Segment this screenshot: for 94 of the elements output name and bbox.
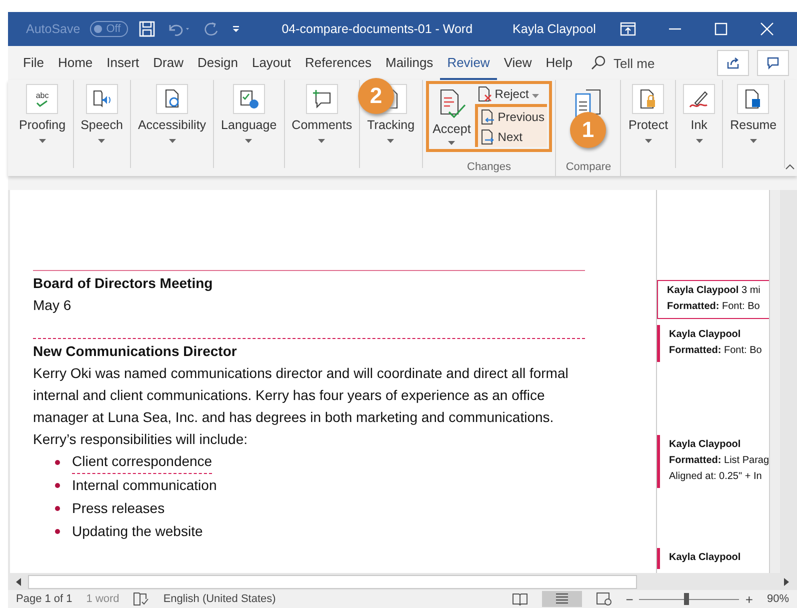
autosave-label: AutoSave [26,22,80,36]
caret-icon [532,94,539,98]
ribbon-button[interactable]: Language [217,84,281,168]
ribbon-tab[interactable]: Insert [100,46,146,80]
reject-button[interactable]: Reject [474,84,548,104]
comment-text: Formatted: Font: Bo [669,344,763,358]
bullet-item: Updating the website [72,522,203,541]
new-comment-icon [310,88,333,110]
document-heading: Board of Directors Meeting [33,270,585,294]
caret-icon [644,139,652,143]
ribbon-display-icon[interactable] [620,22,636,36]
ribbon-tab[interactable]: Home [50,46,100,80]
bullet-icon [55,460,60,464]
horizontal-scrollbar[interactable] [28,574,637,588]
ribbon-button[interactable]: Speech [76,84,127,168]
ribbon-button[interactable]: Comments [288,84,356,168]
zoom-level[interactable]: 90% [766,593,789,605]
ribbon-button[interactable]: abc Proofing [15,84,70,168]
caret-icon [318,139,326,143]
bullet-item: Internal communication [72,476,217,495]
web-layout-icon[interactable] [596,592,612,606]
print-layout-icon [554,592,570,606]
user-name[interactable]: Kayla Claypool [512,22,596,36]
window-title: 04-compare-documents-01 - Word [282,22,473,36]
save-icon[interactable] [138,20,156,38]
ribbon-tab[interactable]: References [298,46,378,80]
caret-icon [750,139,757,143]
comment-text: Formatted: Font: Bo [667,300,761,314]
search-icon[interactable] [590,55,606,71]
zoom-slider[interactable] [639,593,740,605]
vertical-scrollbar[interactable] [769,190,780,573]
ribbon-tab[interactable]: Design [190,46,245,80]
ribbon-tab[interactable]: Review [440,46,497,80]
zoom-in-button[interactable]: + [745,592,753,606]
document-paragraph: Kerry Oki was named communications director and will coordinate and direct all formal internal and client communications. Kerry has four years of experience as an office manager at Luna Sea, Inc. and has degrees in both marketing and communications. Kerry’s responsibilities will include: [33,364,570,449]
print-layout-button[interactable] [542,591,582,607]
read-aloud-icon [90,88,113,110]
share-button[interactable] [717,50,749,76]
caret-icon [387,139,394,143]
read-mode-icon[interactable] [512,592,528,606]
proofing-icon[interactable] [133,592,150,606]
ribbon-tab[interactable]: Draw [146,46,190,80]
step-number-tooltip: 2 [358,78,394,114]
ribbon-button[interactable]: Protect [624,84,672,168]
caret-icon [448,141,456,145]
close-icon[interactable] [760,22,774,36]
redo-icon[interactable] [202,20,220,38]
ribbon-tab[interactable]: Mailings [378,46,440,80]
page-count[interactable]: Page 1 of 1 [16,593,72,605]
ribbon-tab[interactable]: View [496,46,539,80]
ribbon-button[interactable]: Resume [726,84,781,168]
step-number-tooltip: 1 [570,112,606,148]
group-label: Compare [566,161,612,175]
bullet-icon [55,529,60,534]
caret-icon [98,139,106,143]
bullet-icon [55,483,60,488]
language-icon [238,88,260,110]
comment-author: Kayla Claypool [669,551,742,565]
zoom-out-button[interactable]: − [626,592,634,606]
zoom-slider-thumb[interactable] [684,593,690,605]
reject-change-icon [478,86,492,102]
bullet-icon [55,506,60,511]
collapse-ribbon-icon[interactable] [785,164,795,170]
ribbon-tab[interactable]: File [16,46,51,80]
language-status[interactable]: English (United States) [163,593,276,605]
group-label: Changes [467,161,512,175]
comments-button[interactable] [757,50,789,76]
comment-text: Aligned at: 0.25" + In [669,470,763,484]
ribbon-button[interactable]: Accessibility [134,84,210,168]
comment-author: Kayla Claypool [669,328,742,342]
document-heading: New Communications Director [33,338,585,362]
caret-icon [245,139,252,143]
ribbon-tab[interactable]: Layout [244,46,298,80]
previous-change-icon [480,109,495,125]
comment-author: Kayla Claypool 3 mi [667,284,762,298]
caret-icon [696,139,703,143]
caret-icon [38,139,46,143]
bullet-item: Press releases [72,499,165,518]
next-change-icon [480,129,495,145]
speech-bubble-icon [766,56,780,70]
ribbon-button[interactable]: Ink [679,84,720,168]
document-paragraph: May 6 [33,296,72,315]
caret-icon [168,139,176,143]
share-icon [726,56,740,70]
comment-text: Formatted: List Parag [669,454,769,468]
previous-button[interactable]: Previous [478,107,548,127]
tell-me-field[interactable]: Tell me [614,56,655,70]
maximize-icon[interactable] [714,22,728,36]
ribbon-tab[interactable]: Help [538,46,580,80]
accept-button[interactable]: Accept [428,84,475,147]
next-button[interactable]: Next [478,127,548,147]
comment-author: Kayla Claypool [669,438,742,452]
bullet-item: Client correspondence [72,450,212,474]
comment-balloon[interactable]: Kayla Claypool 3 mi Formatted: Font: Bo [657,280,769,319]
